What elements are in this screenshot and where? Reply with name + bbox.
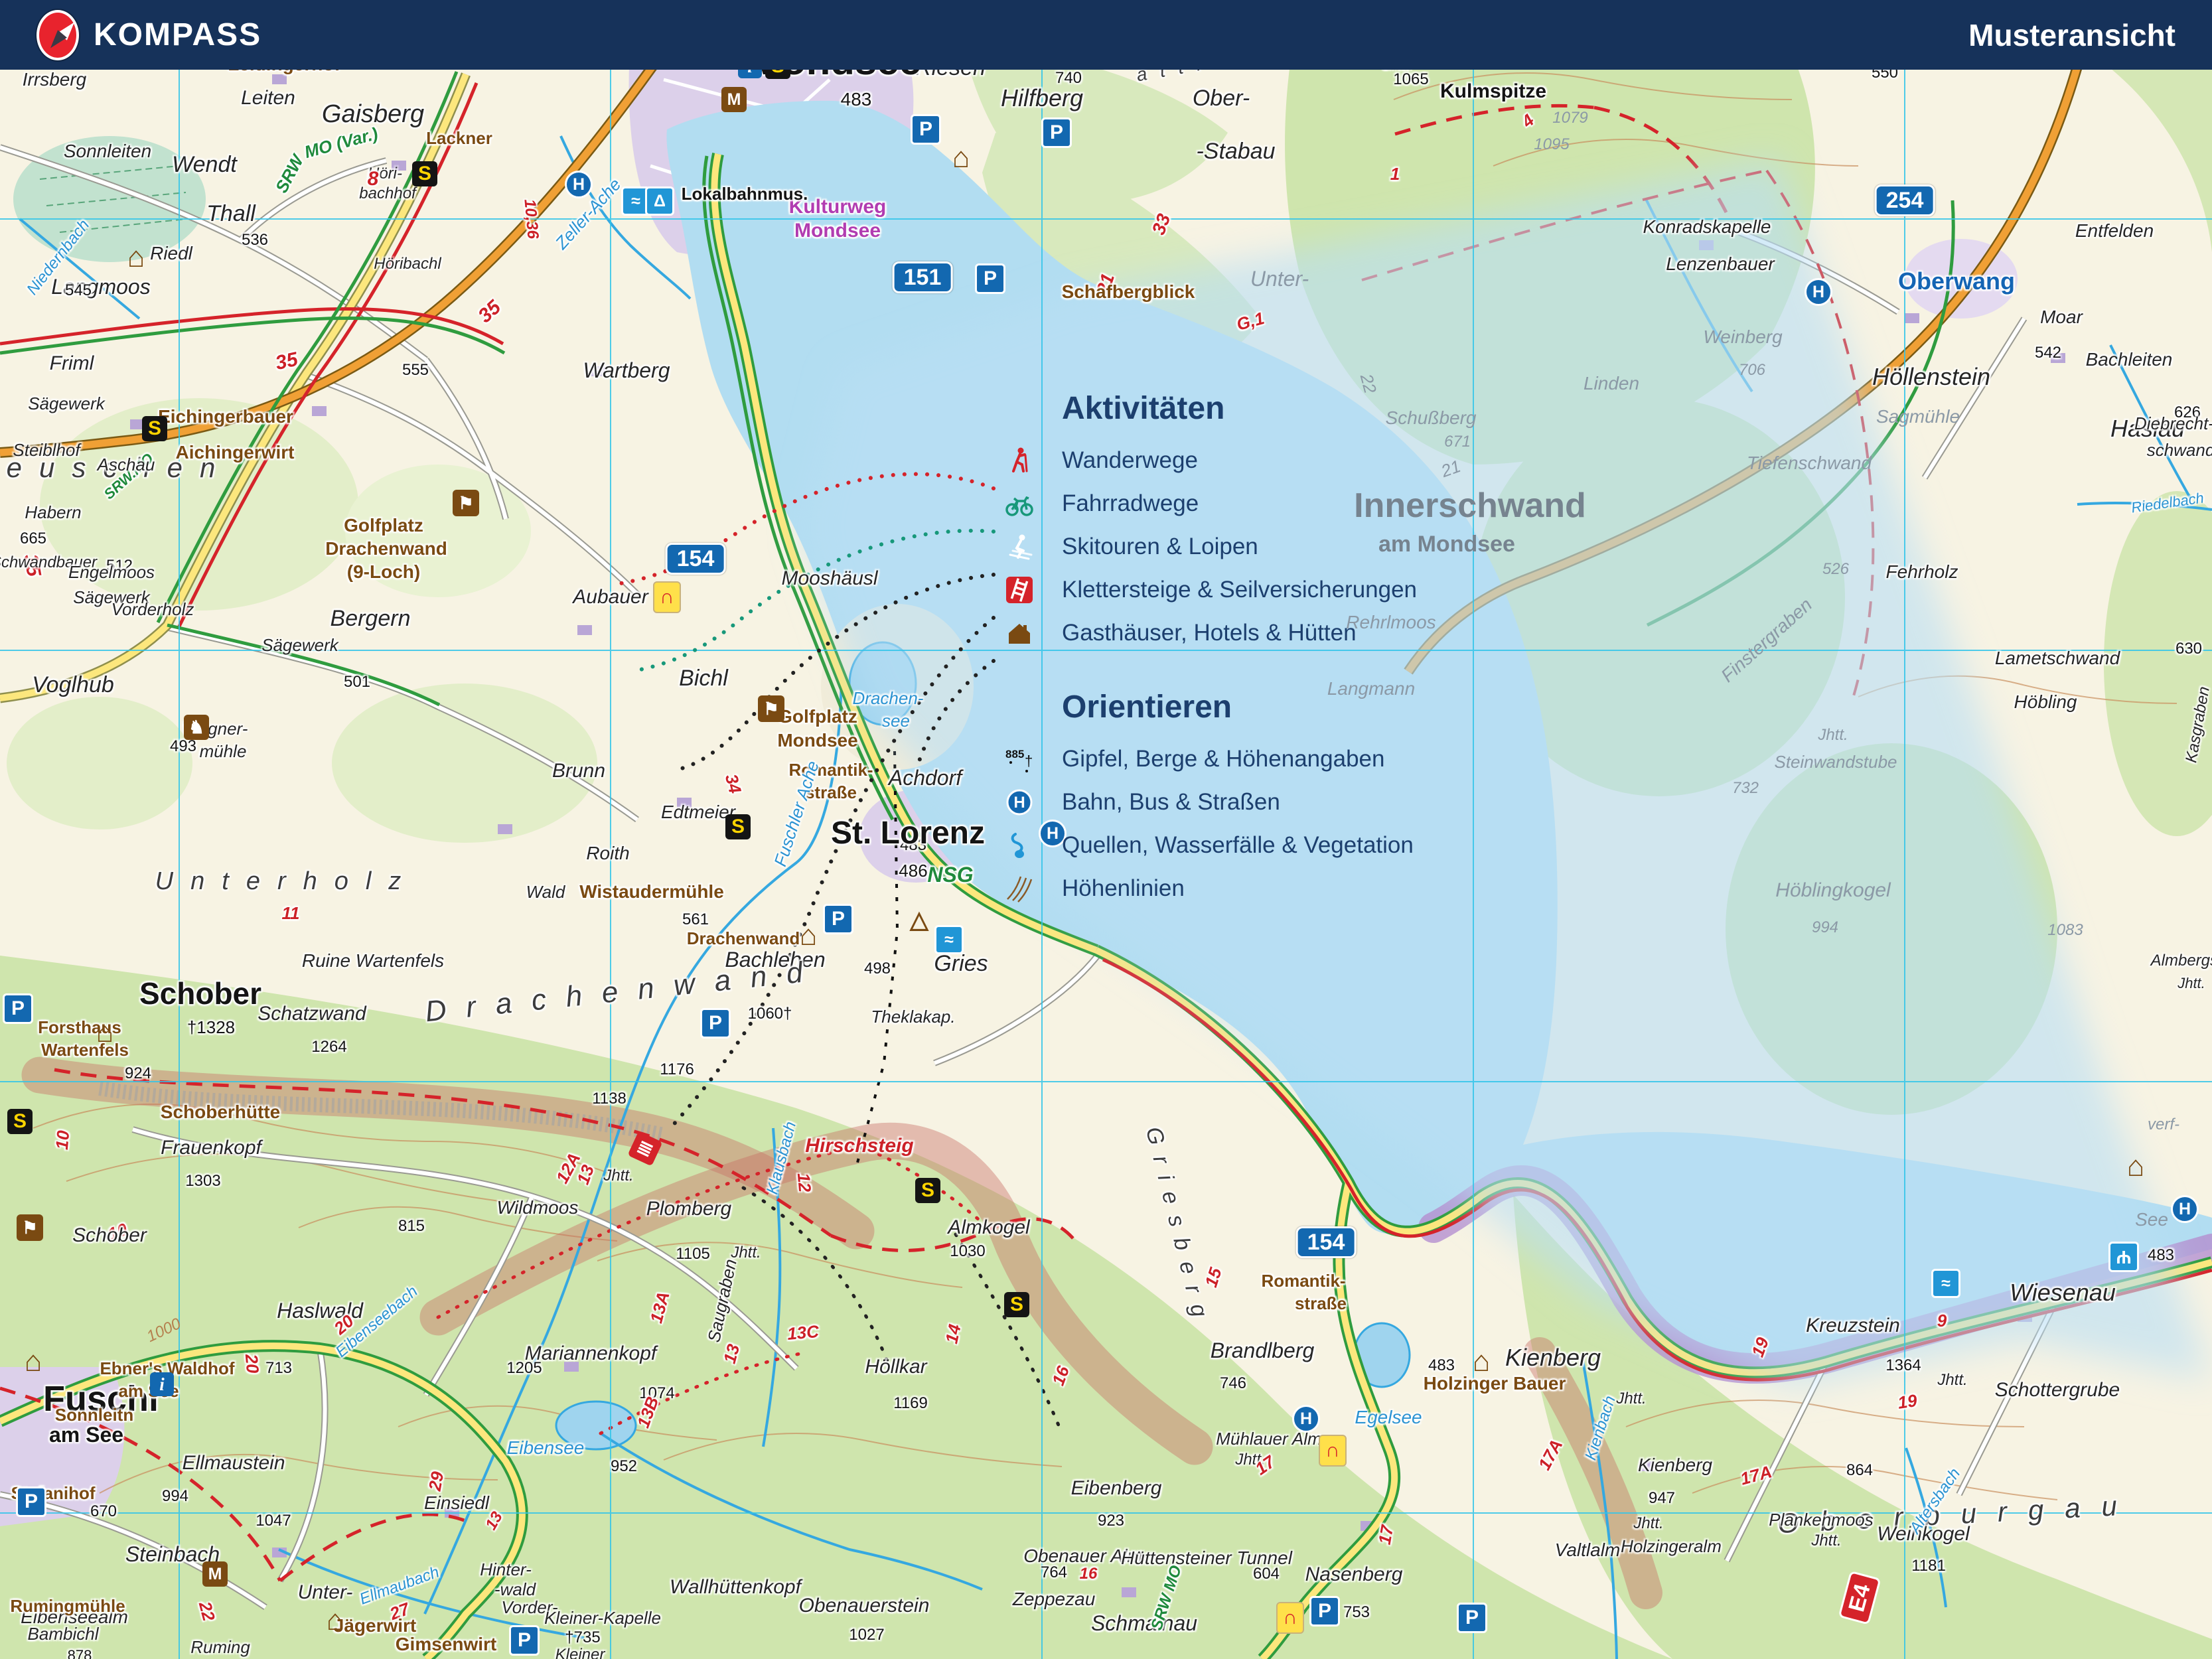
legend-item-label: Quellen, Wasserfälle & Vegetation (1062, 832, 1414, 859)
legend-item-label: Klettersteige & Seilversicherungen (1062, 577, 1417, 603)
ladder-icon (993, 575, 1046, 605)
brand-name: KOMPASS (94, 17, 261, 53)
legend-item-label: Gipfel, Berge & Höhenangaben (1062, 746, 1384, 772)
house-icon (993, 618, 1046, 648)
legend-item-klettersteige: Klettersteige & Seilversicherungen (993, 568, 1537, 611)
bus-icon: H (993, 788, 1046, 817)
peak-icon: 885† (993, 745, 1046, 774)
bike-icon (993, 489, 1046, 518)
legend-item-label: Fahrradwege (1062, 490, 1199, 517)
legend-item-hoehenlinien: Höhenlinien (993, 867, 1537, 910)
map-sample-page: Irrsberg650SonnleitenLeidingerhofLeiten5… (0, 0, 2212, 1659)
legend-item-fahrradwege: Fahrradwege (993, 482, 1537, 525)
svg-text:885: 885 (1005, 748, 1024, 760)
legend-item-label: Skitouren & Loipen (1062, 534, 1258, 560)
svg-text:†: † (1025, 753, 1033, 769)
header-bar: KOMPASS Musteransicht (0, 0, 2212, 70)
kompass-logo-icon (37, 10, 79, 60)
legend-item-label: Bahn, Bus & Straßen (1062, 789, 1280, 816)
page-title: Musteransicht (1968, 17, 2175, 53)
legend-activities-title: Aktivitäten (1062, 390, 1537, 427)
contour-icon (993, 874, 1046, 903)
legend-item-gipfel: 885† Gipfel, Berge & Höhenangaben (993, 737, 1537, 780)
ski-icon (993, 532, 1046, 561)
legend-orientation-title: Orientieren (1062, 689, 1537, 725)
hiker-icon (993, 446, 1046, 475)
kompass-brand: KOMPASS (37, 10, 261, 60)
map-legend: Aktivitäten Wanderwege Fahrradwege Skito… (993, 390, 1537, 910)
legend-item-wanderwege: Wanderwege (993, 439, 1537, 482)
lake-eibensee (556, 1402, 636, 1449)
legend-item-quellen: Quellen, Wasserfälle & Vegetation (993, 824, 1537, 867)
legend-item-label: Höhenlinien (1062, 875, 1185, 902)
svg-text:H: H (1013, 794, 1025, 812)
legend-item-bahn: H Bahn, Bus & Straßen (993, 780, 1537, 824)
spring-icon (993, 831, 1046, 860)
legend-item-gasthaeuser: Gasthäuser, Hotels & Hütten (993, 611, 1537, 654)
legend-item-label: Gasthäuser, Hotels & Hütten (1062, 620, 1357, 646)
legend-item-skitouren: Skitouren & Loipen (993, 525, 1537, 568)
legend-item-label: Wanderwege (1062, 447, 1198, 474)
